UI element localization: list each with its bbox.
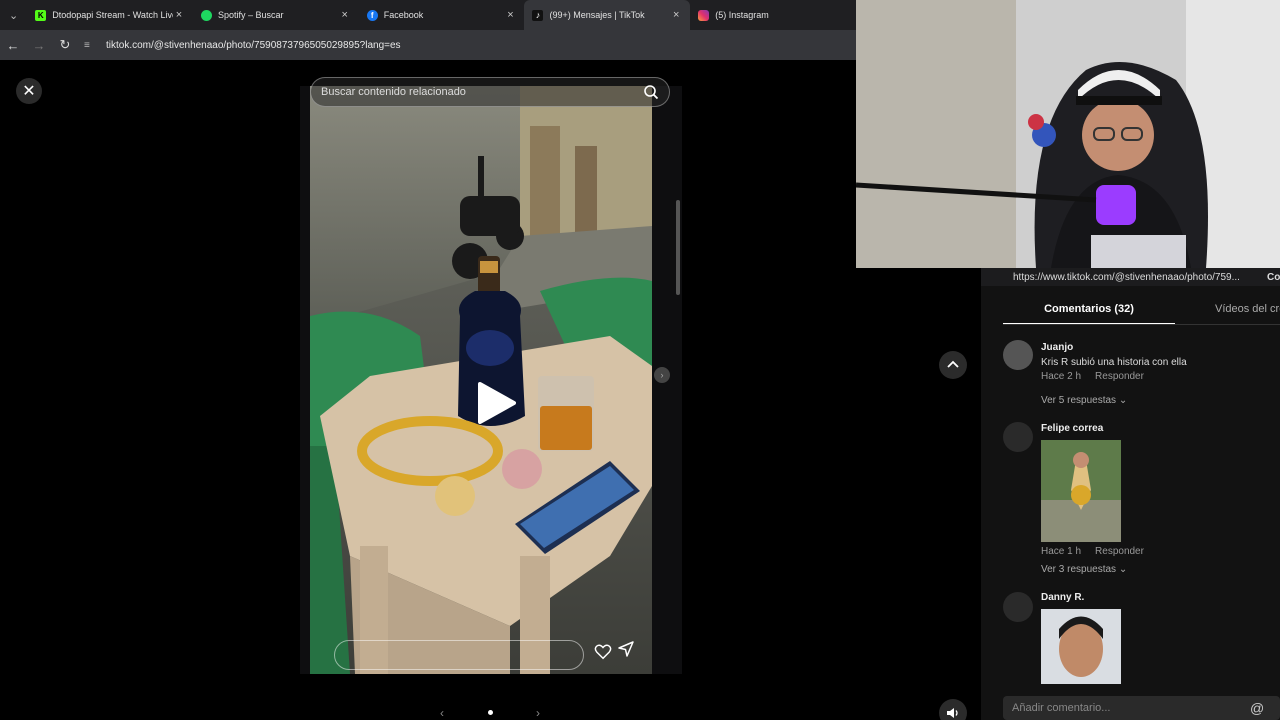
mention-icon[interactable]: @ — [1250, 700, 1264, 716]
view-replies-button[interactable]: Ver 5 respuestas ⌄ — [1041, 395, 1127, 406]
view-replies-button[interactable]: Ver 3 respuestas ⌄ — [1041, 564, 1127, 575]
pager-dot[interactable] — [487, 710, 493, 715]
tab-title: (99+) Mensajes | TikTok — [549, 10, 645, 20]
play-icon[interactable] — [474, 382, 516, 424]
comment-image[interactable] — [1041, 609, 1121, 684]
browser-toolbar: ← → ↻ ≡ tiktok.com/@stivenhenaao/photo/7… — [0, 30, 856, 60]
reply-button[interactable]: Responder — [1095, 546, 1144, 557]
comment-photo — [1041, 609, 1121, 684]
view-replies-label: Ver 5 respuestas — [1041, 395, 1117, 406]
avatar[interactable] — [1003, 422, 1033, 452]
comment-meta: Hace 2 h Responder — [1041, 371, 1144, 382]
tiktok-icon: ♪ — [532, 9, 544, 21]
tab-title: Facebook — [383, 10, 424, 20]
tab-kick[interactable]: K Dtodopapi Stream - Watch Live × — [27, 0, 193, 30]
spotify-icon — [200, 9, 212, 21]
reply-button[interactable]: Responder — [1095, 371, 1144, 382]
add-comment-placeholder: Añadir comentario... — [1012, 702, 1111, 714]
search-icon[interactable] — [643, 84, 659, 100]
tab-title: Dtodopapi Stream - Watch Live — [52, 10, 173, 20]
chevron-down-icon: ⌄ — [1118, 395, 1128, 406]
instagram-icon — [698, 9, 710, 21]
tab-search-chevron-icon[interactable]: ⌄ — [0, 0, 27, 30]
post-photo — [310, 86, 652, 674]
share-link[interactable]: https://www.tiktok.com/@stivenhenaao/pho… — [1013, 272, 1240, 283]
webcam-image — [856, 0, 1280, 268]
comment-photo — [1041, 440, 1121, 542]
related-search-input[interactable]: Buscar contenido relacionado — [310, 77, 670, 107]
comment-author[interactable]: Juanjo — [1041, 342, 1073, 353]
close-icon[interactable]: × — [670, 9, 682, 21]
photo-pager: ‹ › — [440, 705, 540, 720]
photo-image — [310, 86, 652, 674]
next-photo-arrow-icon[interactable]: › — [654, 367, 670, 383]
close-icon: ✕ — [22, 83, 36, 100]
kick-icon: K — [35, 9, 47, 21]
search-placeholder: Buscar contenido relacionado — [321, 86, 466, 98]
comment-time: Hace 1 h — [1041, 546, 1082, 557]
close-icon[interactable]: × — [173, 9, 185, 21]
story-reply-field[interactable] — [334, 640, 584, 670]
tab-creator-videos[interactable]: Vídeos del cre — [1175, 297, 1280, 325]
view-replies-label: Ver 3 respuestas — [1041, 564, 1117, 575]
streamer-webcam — [856, 0, 1280, 268]
send-icon[interactable] — [618, 641, 634, 657]
chevron-up-icon — [947, 360, 959, 368]
tab-tiktok[interactable]: ♪ (99+) Mensajes | TikTok × — [524, 0, 691, 30]
volume-button[interactable] — [939, 699, 967, 720]
comment-image[interactable] — [1041, 440, 1121, 542]
comment-text: Kris R subió una historia con ella — [1041, 357, 1187, 368]
comments-panel: https://www.tiktok.com/@stivenhenaao/pho… — [981, 268, 1280, 720]
close-icon[interactable]: × — [504, 9, 516, 21]
reload-icon[interactable]: ↻ — [52, 30, 78, 60]
panel-tabs: Comentarios (32) Vídeos del cre — [1003, 297, 1280, 325]
close-viewer-button[interactable]: ✕ — [16, 78, 42, 104]
pager-prev-icon[interactable]: ‹ — [440, 706, 444, 720]
tab-facebook[interactable]: f Facebook × — [359, 0, 525, 30]
url-text: tiktok.com/@stivenhenaao/photo/759087379… — [106, 39, 401, 51]
tabs-divider — [1003, 324, 1280, 325]
comment-author[interactable]: Felipe correa — [1041, 423, 1103, 434]
address-bar[interactable]: ≡ tiktok.com/@stivenhenaao/photo/7590873… — [84, 34, 824, 56]
copy-link-button[interactable]: Co — [1267, 272, 1280, 283]
tab-title: (5) Instagram — [715, 10, 769, 20]
add-comment-input[interactable]: Añadir comentario... @ — [1003, 696, 1280, 720]
tab-spotify[interactable]: Spotify – Buscar × — [193, 0, 359, 30]
comment-meta: Hace 1 h Responder — [1041, 546, 1144, 557]
chevron-down-icon: ⌄ — [1118, 564, 1128, 575]
photo-post[interactable] — [300, 86, 682, 674]
share-link-row: https://www.tiktok.com/@stivenhenaao/pho… — [981, 268, 1280, 286]
facebook-icon: f — [366, 9, 378, 21]
back-arrow-icon[interactable]: ← — [0, 30, 26, 60]
browser-tab-strip: ⌄ K Dtodopapi Stream - Watch Live × Spot… — [0, 0, 856, 30]
scroll-up-button[interactable] — [939, 351, 967, 379]
site-settings-icon[interactable]: ≡ — [84, 40, 100, 51]
heart-icon[interactable] — [594, 643, 612, 661]
close-icon[interactable]: × — [339, 9, 351, 21]
photo-scrollbar[interactable] — [676, 200, 680, 295]
volume-icon — [947, 708, 958, 718]
comment-author[interactable]: Danny R. — [1041, 592, 1084, 603]
forward-arrow-icon[interactable]: → — [26, 30, 52, 60]
avatar[interactable] — [1003, 592, 1033, 622]
tab-comments[interactable]: Comentarios (32) — [1003, 297, 1175, 325]
tab-title: Spotify – Buscar — [217, 10, 284, 20]
pager-next-icon[interactable]: › — [536, 706, 540, 720]
comment-time: Hace 2 h — [1041, 371, 1082, 382]
tab-instagram[interactable]: (5) Instagram — [690, 0, 856, 30]
avatar[interactable] — [1003, 340, 1033, 370]
screen: ⌄ K Dtodopapi Stream - Watch Live × Spot… — [0, 0, 1280, 720]
